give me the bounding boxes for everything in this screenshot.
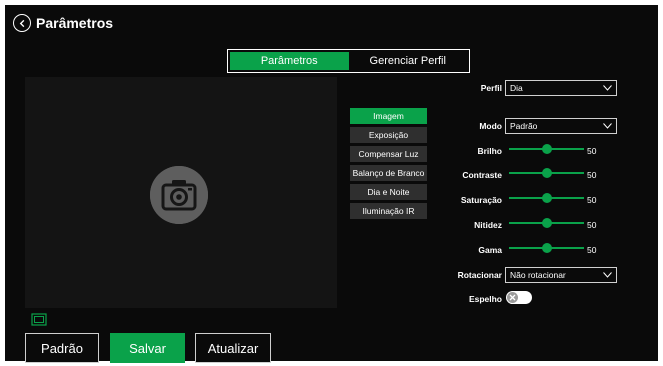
fit-screen-icon[interactable] <box>31 313 47 326</box>
chevron-left-icon <box>19 19 24 27</box>
default-button[interactable]: Padrão <box>25 333 99 363</box>
tab-manage-profile[interactable]: Gerenciar Perfil <box>349 52 468 70</box>
mode-select-value: Padrão <box>510 121 538 131</box>
slider-thumb[interactable] <box>541 193 552 203</box>
gamma-value: 50 <box>587 245 597 255</box>
back-button[interactable] <box>13 14 31 32</box>
rotate-select[interactable]: Não rotacionar <box>505 267 617 283</box>
mirror-label: Espelho <box>468 294 502 304</box>
tab-bar: Parâmetros Gerenciar Perfil <box>227 49 470 73</box>
menu-item-white-balance[interactable]: Balanço de Branco <box>350 165 427 181</box>
brightness-label: Brilho <box>477 146 502 156</box>
profile-select[interactable]: Dia <box>505 80 617 96</box>
menu-item-backlight[interactable]: Compensar Luz <box>350 146 427 162</box>
tab-parameters[interactable]: Parâmetros <box>230 52 349 70</box>
mode-select[interactable]: Padrão <box>505 118 617 134</box>
contrast-slider[interactable] <box>509 168 584 178</box>
gamma-label: Gama <box>478 245 502 255</box>
sharpness-value: 50 <box>587 220 597 230</box>
refresh-button[interactable]: Atualizar <box>195 333 271 363</box>
slider-thumb[interactable] <box>541 218 552 228</box>
page-title: Parâmetros <box>36 15 114 31</box>
mirror-toggle[interactable] <box>506 291 532 304</box>
mode-label: Modo <box>479 121 502 131</box>
chevron-down-icon <box>603 123 612 129</box>
slider-thumb[interactable] <box>541 144 552 154</box>
contrast-value: 50 <box>587 170 597 180</box>
sharpness-slider[interactable] <box>509 218 584 228</box>
header: Parâmetros <box>13 13 113 33</box>
saturation-slider[interactable] <box>509 193 584 203</box>
chevron-down-icon <box>603 272 612 278</box>
slider-thumb[interactable] <box>541 168 552 178</box>
menu-item-day-night[interactable]: Dia e Noite <box>350 184 427 200</box>
sharpness-label: Nitidez <box>474 220 502 230</box>
category-menu: Imagem Exposição Compensar Luz Balanço d… <box>350 108 427 222</box>
rotate-label: Rotacionar <box>457 270 502 280</box>
gamma-slider[interactable] <box>509 243 584 253</box>
slider-thumb[interactable] <box>541 243 552 253</box>
rotate-select-value: Não rotacionar <box>510 270 566 280</box>
saturation-label: Saturação <box>460 195 502 205</box>
contrast-label: Contraste <box>462 170 502 180</box>
profile-label: Perfil <box>480 83 502 93</box>
profile-select-value: Dia <box>510 83 523 93</box>
saturation-value: 50 <box>587 195 597 205</box>
close-icon <box>507 292 518 303</box>
menu-item-ir-illumination[interactable]: Iluminação IR <box>350 203 427 219</box>
save-button[interactable]: Salvar <box>110 333 185 363</box>
menu-item-image[interactable]: Imagem <box>350 108 427 124</box>
brightness-value: 50 <box>587 146 597 156</box>
menu-item-exposure[interactable]: Exposição <box>350 127 427 143</box>
camera-icon <box>150 166 208 224</box>
brightness-slider[interactable] <box>509 144 584 154</box>
chevron-down-icon <box>603 85 612 91</box>
